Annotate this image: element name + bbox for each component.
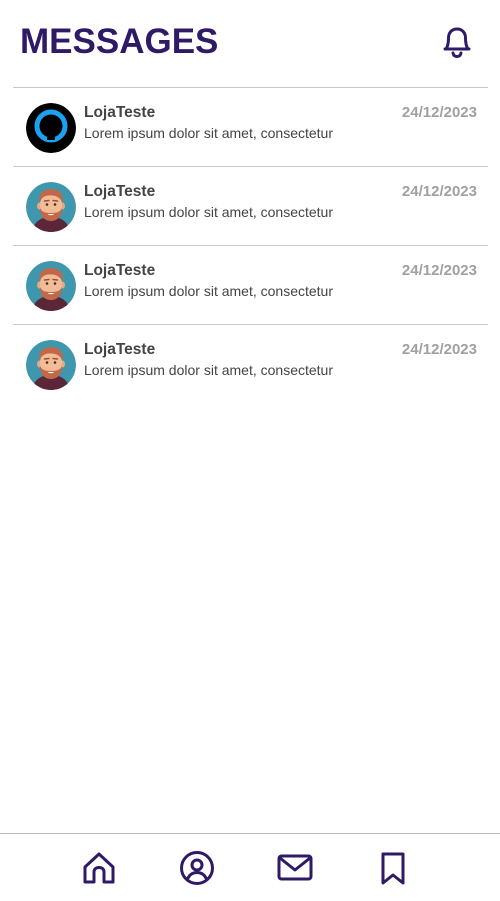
message-sender: LojaTeste bbox=[84, 183, 156, 200]
header: MESSAGES bbox=[0, 0, 500, 86]
message-date: 24/12/2023 bbox=[401, 262, 477, 279]
nav-home-button[interactable] bbox=[81, 850, 117, 886]
message-sender: LojaTeste bbox=[84, 104, 156, 121]
home-icon bbox=[83, 852, 115, 884]
bearded-man-avatar bbox=[26, 340, 76, 390]
mail-icon bbox=[277, 854, 313, 881]
message-preview: Lorem ipsum dolor sit amet, consectetur bbox=[84, 125, 333, 141]
message-preview: Lorem ipsum dolor sit amet, consectetur bbox=[84, 283, 333, 299]
message-sender: LojaTeste bbox=[84, 262, 156, 279]
message-row[interactable]: LojaTeste Lorem ipsum dolor sit amet, co… bbox=[13, 87, 488, 166]
bearded-man-avatar bbox=[26, 182, 76, 232]
keyhole-avatar bbox=[26, 103, 76, 153]
nav-bookmarks-button[interactable] bbox=[375, 850, 411, 886]
nav-messages-button[interactable] bbox=[277, 850, 313, 886]
message-row[interactable]: LojaTeste Lorem ipsum dolor sit amet, co… bbox=[13, 324, 488, 403]
nav-profile-button[interactable] bbox=[179, 850, 215, 886]
message-preview: Lorem ipsum dolor sit amet, consectetur bbox=[84, 204, 333, 220]
message-list: LojaTeste Lorem ipsum dolor sit amet, co… bbox=[13, 87, 488, 403]
profile-icon bbox=[180, 851, 214, 885]
message-date: 24/12/2023 bbox=[401, 104, 477, 121]
message-preview: Lorem ipsum dolor sit amet, consectetur bbox=[84, 362, 333, 378]
bearded-man-avatar bbox=[26, 261, 76, 311]
bottom-nav bbox=[0, 833, 500, 901]
message-date: 24/12/2023 bbox=[401, 341, 477, 358]
bell-icon bbox=[443, 27, 471, 59]
bookmark-icon bbox=[381, 852, 405, 885]
page-title: MESSAGES bbox=[20, 22, 219, 61]
message-row[interactable]: LojaTeste Lorem ipsum dolor sit amet, co… bbox=[13, 166, 488, 245]
notifications-button[interactable] bbox=[440, 24, 474, 60]
message-sender: LojaTeste bbox=[84, 341, 156, 358]
message-date: 24/12/2023 bbox=[401, 183, 477, 200]
message-row[interactable]: LojaTeste Lorem ipsum dolor sit amet, co… bbox=[13, 245, 488, 324]
